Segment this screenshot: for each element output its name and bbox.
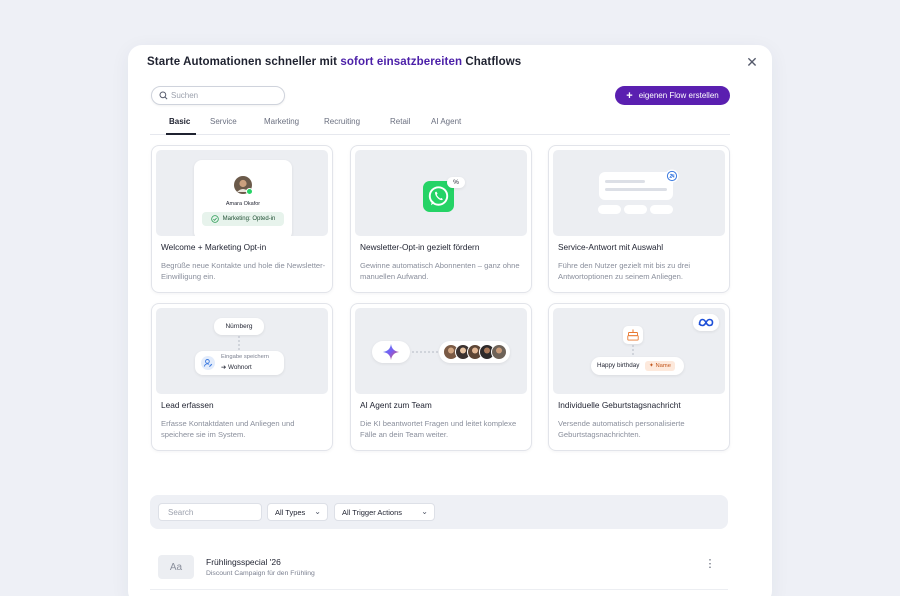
card-preview: % bbox=[355, 150, 527, 236]
user-edit-icon bbox=[201, 356, 215, 370]
title-accent: sofort einsatzbereiten bbox=[340, 56, 463, 68]
trigger-select-value: All Trigger Actions bbox=[342, 507, 403, 517]
contact-name: Amara Okafor bbox=[225, 201, 261, 207]
cake-icon bbox=[627, 329, 639, 341]
template-card-service[interactable]: Service-Antwort mit Auswahl Führe den Nu… bbox=[548, 145, 730, 293]
modal-title: Starte Automationen schneller mit sofort… bbox=[147, 56, 521, 68]
search-input[interactable] bbox=[171, 91, 271, 100]
card-title: Welcome + Marketing Opt-in bbox=[161, 242, 267, 252]
message-text: Happy birthday bbox=[597, 362, 640, 369]
template-card-newsletter[interactable]: % Newsletter-Opt-in gezielt fördern Gewi… bbox=[350, 145, 532, 293]
type-select[interactable]: All Types ⌄ bbox=[267, 503, 328, 521]
24h-icon bbox=[665, 169, 679, 183]
type-select-value: All Types bbox=[275, 507, 306, 517]
percent-tag: % bbox=[447, 177, 465, 188]
template-card-lead[interactable]: Nürnberg Eingabe speichern ➔ Wohnort Lea… bbox=[151, 303, 333, 451]
card-description: Versende automatisch personalisierte Geb… bbox=[558, 419, 685, 439]
arrow-right-icon: ➔ bbox=[221, 364, 229, 371]
flow-connector bbox=[412, 351, 438, 353]
plus-icon: + bbox=[626, 89, 633, 102]
save-target: ➔ Wohnort bbox=[221, 364, 252, 371]
save-target-label: Wohnort bbox=[228, 364, 252, 371]
team-node bbox=[439, 341, 510, 363]
contact-card: Amara Okafor Marketing: Opted-in bbox=[194, 160, 292, 236]
card-title: Lead erfassen bbox=[161, 400, 214, 410]
card-description: Begrüße neue Kontakte und hole die Newsl… bbox=[161, 261, 326, 281]
flow-search-field[interactable] bbox=[158, 503, 268, 521]
variable-label: Name bbox=[655, 363, 671, 369]
avatar bbox=[234, 176, 253, 195]
template-card-ai-agent[interactable]: AI Agent zum Team Die KI beantwortet Fra… bbox=[350, 303, 532, 451]
tab-retail[interactable]: Retail bbox=[390, 117, 410, 126]
save-label: Eingabe speichern bbox=[221, 354, 270, 360]
meta-icon bbox=[698, 318, 714, 327]
card-description: Gewinne automatisch Abonnenten – ganz oh… bbox=[360, 261, 520, 281]
title-prefix: Starte Automationen schneller mit bbox=[147, 56, 341, 68]
flow-connector bbox=[632, 345, 634, 357]
tab-ai-agent[interactable]: AI Agent bbox=[431, 117, 461, 126]
flow-title: Frühlingsspecial '26 bbox=[206, 557, 281, 567]
tab-recruiting[interactable]: Recruiting bbox=[324, 117, 360, 126]
template-card-birthday[interactable]: Happy birthday ✦ Name Individuelle Gebur… bbox=[548, 303, 730, 451]
template-card-welcome[interactable]: Amara Okafor Marketing: Opted-in Welcome… bbox=[151, 145, 333, 293]
ai-node bbox=[372, 341, 410, 363]
card-title: Service-Antwort mit Auswahl bbox=[558, 242, 664, 252]
card-title: Individuelle Geburtstagsnachricht bbox=[558, 400, 681, 410]
card-title: AI Agent zum Team bbox=[360, 400, 432, 410]
ai-sparkle-icon bbox=[382, 343, 400, 361]
name-variable: ✦ Name bbox=[645, 361, 675, 371]
chevron-down-icon: ⌄ bbox=[421, 507, 428, 516]
tab-service[interactable]: Service bbox=[210, 117, 237, 126]
opt-in-badge: Marketing: Opted-in bbox=[202, 212, 284, 226]
tab-marketing[interactable]: Marketing bbox=[264, 117, 299, 126]
title-suffix: Chatflows bbox=[462, 56, 522, 68]
search-field[interactable] bbox=[151, 86, 285, 105]
chevron-down-icon: ⌄ bbox=[314, 507, 321, 516]
flow-connector bbox=[238, 336, 240, 350]
card-preview: Amara Okafor Marketing: Opted-in bbox=[156, 150, 328, 236]
card-preview bbox=[553, 150, 725, 236]
category-tabs: Basic Service Marketing Recruiting Retai… bbox=[150, 113, 730, 135]
flow-search-input[interactable] bbox=[168, 507, 268, 517]
check-circle-icon bbox=[210, 215, 219, 223]
save-input-node: Eingabe speichern ➔ Wohnort bbox=[195, 351, 284, 375]
card-description: Erfasse Kontaktdaten und Anliegen und sp… bbox=[161, 419, 295, 439]
badge-label: Marketing: Opted-in bbox=[222, 216, 276, 222]
avatar-group-icon bbox=[443, 344, 507, 360]
create-flow-label: eigenen Flow erstellen bbox=[638, 91, 719, 100]
city-bubble: Nürnberg bbox=[214, 318, 264, 335]
search-icon bbox=[159, 91, 168, 100]
card-preview bbox=[355, 308, 527, 394]
flow-subtitle: Discount Campaign für den Frühling bbox=[206, 570, 315, 577]
cake-node bbox=[623, 326, 643, 344]
filter-bar: All Types ⌄ All Trigger Actions ⌄ bbox=[150, 495, 728, 529]
template-modal: Starte Automationen schneller mit sofort… bbox=[128, 45, 772, 596]
card-description: Führe den Nutzer gezielt mit bis zu drei… bbox=[558, 261, 691, 281]
card-preview: Nürnberg Eingabe speichern ➔ Wohnort bbox=[156, 308, 328, 394]
close-icon[interactable]: ✕ bbox=[745, 55, 759, 69]
card-title: Newsletter-Opt-in gezielt fördern bbox=[360, 242, 480, 252]
card-description: Die KI beantwortet Fragen und leitet kom… bbox=[360, 419, 517, 439]
birthday-message: Happy birthday ✦ Name bbox=[591, 357, 684, 375]
list-item[interactable]: Aa Frühlingsspecial '26 Discount Campaig… bbox=[150, 548, 728, 590]
tab-basic[interactable]: Basic bbox=[169, 117, 190, 126]
active-tab-indicator bbox=[166, 133, 196, 135]
trigger-select[interactable]: All Trigger Actions ⌄ bbox=[334, 503, 435, 521]
flow-thumbnail: Aa bbox=[158, 555, 194, 579]
meta-badge bbox=[693, 314, 719, 331]
create-flow-button[interactable]: + eigenen Flow erstellen bbox=[615, 86, 730, 105]
card-preview: Happy birthday ✦ Name bbox=[553, 308, 725, 394]
more-options-icon[interactable]: ⋮ bbox=[704, 557, 716, 571]
